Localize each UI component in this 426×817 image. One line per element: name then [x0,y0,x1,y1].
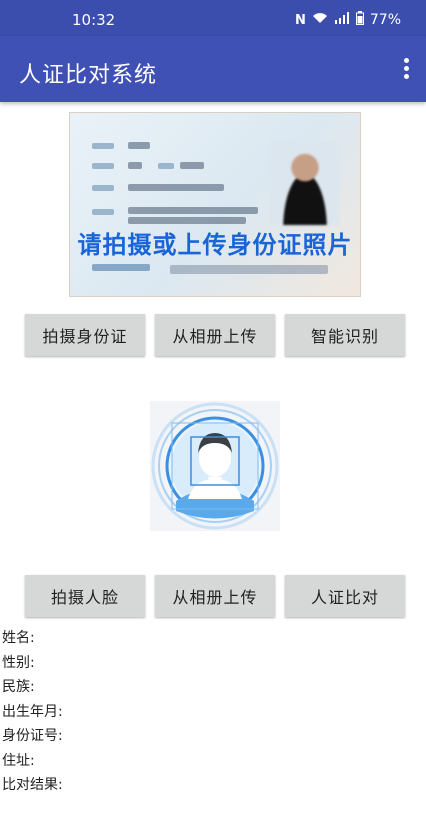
compare-button[interactable]: 人证比对 [285,575,405,617]
card-field-value [128,162,142,169]
status-time: 10:32 [72,11,116,29]
card-field-label [92,209,114,215]
card-field-label [92,264,150,271]
signal-5g-icon [334,12,350,28]
nfc-icon: N [294,12,306,28]
upload-id-button[interactable]: 从相册上传 [155,314,275,356]
card-field-label [92,163,114,169]
card-field-label [92,185,114,191]
capture-face-button[interactable]: 拍摄人脸 [25,575,145,617]
gender-label: 性别: [2,654,35,671]
card-field-value [180,162,204,169]
card-field-label [92,143,114,149]
capture-id-button[interactable]: 拍摄身份证 [25,314,145,356]
card-field-value [170,265,328,274]
app-title: 人证比对系统 [19,63,158,88]
ethnicity-label: 民族: [2,679,35,695]
name-label: 姓名: [2,630,35,646]
id-number-label: 身份证号: [2,728,63,744]
card-field-value [128,142,150,149]
battery-icon [355,11,364,29]
recognize-button[interactable]: 智能识别 [285,314,405,356]
more-vert-icon[interactable] [400,58,412,80]
portrait-photo [271,143,339,225]
card-hint-text: 请拍摄或上传身份证照片 [77,231,353,259]
face-scan-icon [151,402,279,530]
id-card-preview[interactable]: 请拍摄或上传身份证照片 [69,112,361,297]
face-preview[interactable] [150,401,280,531]
upload-face-button[interactable]: 从相册上传 [155,575,275,617]
wifi-icon [312,12,328,28]
status-icons: N 77% [295,11,401,29]
battery-level: 77% [369,12,401,28]
card-field-value [128,184,224,191]
card-field-label [158,163,174,169]
card-field-value [128,217,246,224]
card-field-value [128,207,258,214]
address-label: 住址: [2,752,35,769]
info-panel: 姓名: 性别: 民族: 出生年月: 身份证号: 住址: 比对结果: [2,628,63,800]
result-label: 比对结果: [2,777,63,793]
birth-label: 出生年月: [2,703,63,720]
status-bar: 10:32 N 77% [0,0,426,36]
app-bar: 人证比对系统 [0,36,426,102]
